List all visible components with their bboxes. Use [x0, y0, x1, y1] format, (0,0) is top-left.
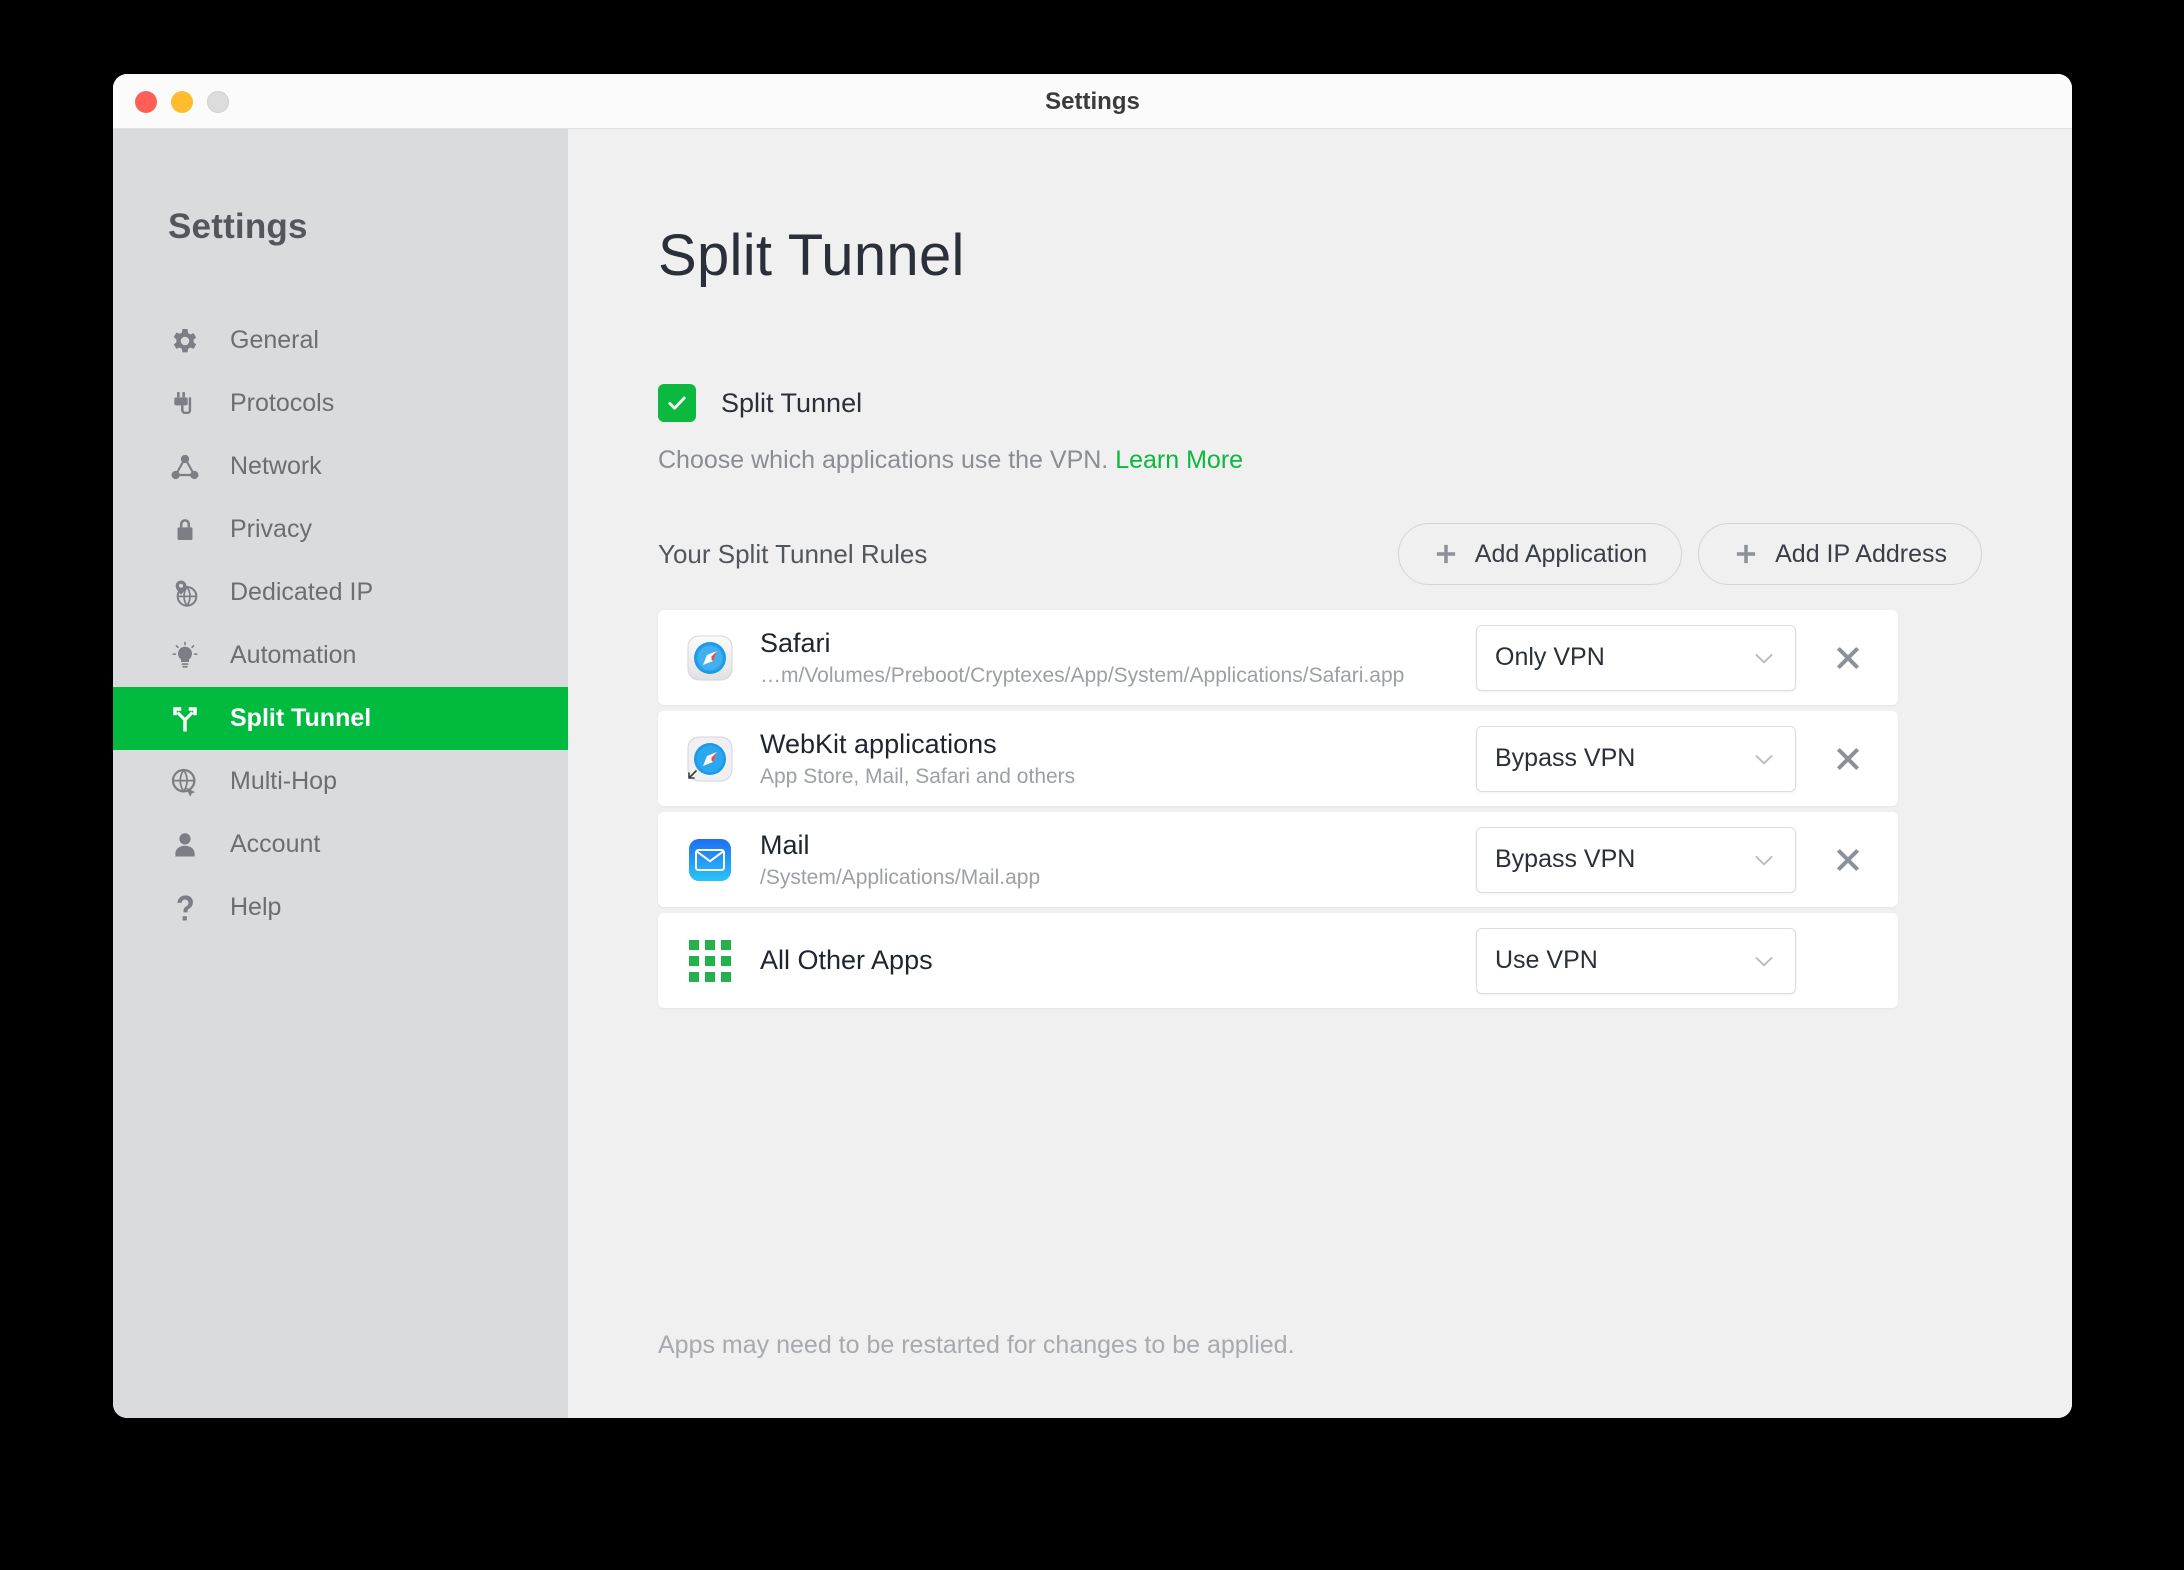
- rule-controls: Use VPN: [1476, 927, 1796, 994]
- vpn-mode-dropdown[interactable]: Only VPN: [1476, 624, 1796, 691]
- lock-icon: [168, 513, 202, 547]
- remove-rule-button[interactable]: [1826, 636, 1870, 680]
- window-titlebar: Settings: [113, 74, 2072, 129]
- sidebar-item-privacy[interactable]: Privacy: [113, 498, 568, 561]
- rules-title: Your Split Tunnel Rules: [658, 538, 928, 569]
- vpn-mode-value: Bypass VPN: [1495, 845, 1636, 873]
- rules-actions: Add Application Add IP Address: [1397, 523, 1982, 585]
- vpn-mode-dropdown[interactable]: Bypass VPN: [1476, 826, 1796, 893]
- sidebar-item-label: Account: [230, 830, 321, 858]
- settings-sidebar: Settings General Protocols Network Priva…: [113, 129, 568, 1418]
- vpn-mode-dropdown[interactable]: Use VPN: [1476, 927, 1796, 994]
- sidebar-nav: General Protocols Network Privacy Dedica…: [113, 309, 568, 939]
- question-mark-icon: [168, 891, 202, 925]
- rule-path: /System/Applications/Mail.app: [760, 866, 1041, 890]
- rule-name: Safari: [760, 627, 831, 658]
- pin-globe-icon: [168, 576, 202, 610]
- sidebar-item-label: General: [230, 326, 319, 354]
- rules-header: Your Split Tunnel Rules Add Application: [658, 523, 1982, 585]
- sidebar-item-label: Network: [230, 452, 322, 480]
- chevron-down-icon: [1751, 847, 1777, 873]
- vpn-mode-value: Bypass VPN: [1495, 744, 1636, 772]
- lightbulb-icon: [168, 639, 202, 673]
- gear-icon: [168, 324, 202, 358]
- desktop-background: Settings Settings General Protocols Netw…: [0, 0, 2184, 1570]
- globe-arrow-icon: [168, 765, 202, 799]
- table-row[interactable]: Safari …m/Volumes/Preboot/Cryptexes/App/…: [658, 610, 1898, 705]
- sidebar-item-label: Help: [230, 893, 282, 921]
- network-nodes-icon: [168, 450, 202, 484]
- add-application-button[interactable]: Add Application: [1397, 523, 1683, 585]
- rule-text-group: All Other Apps: [760, 944, 933, 978]
- plus-icon: [1433, 541, 1459, 567]
- sidebar-item-label: Multi-Hop: [230, 767, 337, 795]
- sidebar-item-network[interactable]: Network: [113, 435, 568, 498]
- split-tunnel-rules-list: Safari …m/Volumes/Preboot/Cryptexes/App/…: [658, 610, 1982, 1008]
- vpn-mode-value: Only VPN: [1495, 643, 1605, 671]
- plug-icon: [168, 387, 202, 421]
- sidebar-item-account[interactable]: Account: [113, 813, 568, 876]
- settings-content: Split Tunnel Split Tunnel Choose which a…: [568, 129, 2072, 1418]
- safari-compass-alias-icon: [684, 733, 736, 785]
- sidebar-heading: Settings: [168, 207, 308, 246]
- person-icon: [168, 828, 202, 862]
- mail-envelope-icon: [684, 834, 736, 886]
- sidebar-item-general[interactable]: General: [113, 309, 568, 372]
- rule-controls: Only VPN: [1476, 624, 1870, 691]
- rule-controls: Bypass VPN: [1476, 826, 1870, 893]
- settings-window: Settings Settings General Protocols Netw…: [113, 74, 2072, 1418]
- restart-notice: Apps may need to be restarted for change…: [658, 1331, 1295, 1359]
- split-tunnel-toggle-label: Split Tunnel: [721, 387, 863, 418]
- table-row[interactable]: Mail /System/Applications/Mail.app Bypas…: [658, 812, 1898, 907]
- learn-more-link[interactable]: Learn More: [1115, 446, 1243, 474]
- sidebar-item-split-tunnel[interactable]: Split Tunnel: [113, 687, 568, 750]
- split-tunnel-description: Choose which applications use the VPN. L…: [658, 446, 2072, 475]
- page-title: Split Tunnel: [658, 223, 965, 288]
- remove-rule-button[interactable]: [1826, 737, 1870, 781]
- vpn-mode-value: Use VPN: [1495, 946, 1598, 974]
- rule-text-group: Mail /System/Applications/Mail.app: [760, 829, 1040, 891]
- sidebar-item-automation[interactable]: Automation: [113, 624, 568, 687]
- sidebar-item-label: Privacy: [230, 515, 312, 543]
- vpn-mode-dropdown[interactable]: Bypass VPN: [1476, 725, 1796, 792]
- table-row[interactable]: WebKit applications App Store, Mail, Saf…: [658, 711, 1898, 806]
- sidebar-item-protocols[interactable]: Protocols: [113, 372, 568, 435]
- chevron-down-icon: [1751, 948, 1777, 974]
- window-body: Settings General Protocols Network Priva…: [113, 129, 2072, 1418]
- fork-arrow-icon: [168, 702, 202, 736]
- rule-name: All Other Apps: [760, 944, 933, 975]
- add-ip-address-label: Add IP Address: [1775, 539, 1947, 568]
- add-ip-address-button[interactable]: Add IP Address: [1698, 523, 1982, 585]
- checkmark-icon: [668, 396, 686, 410]
- chevron-down-icon: [1751, 746, 1777, 772]
- window-title: Settings: [1045, 87, 1140, 115]
- sidebar-item-label: Protocols: [230, 389, 335, 417]
- rule-text-group: WebKit applications App Store, Mail, Saf…: [760, 728, 1075, 790]
- rule-name: Mail: [760, 829, 810, 860]
- sidebar-item-help[interactable]: Help: [113, 876, 568, 939]
- rule-path: App Store, Mail, Safari and others: [760, 765, 1076, 789]
- table-row[interactable]: All Other Apps Use VPN: [658, 913, 1898, 1008]
- sidebar-item-multi-hop[interactable]: Multi-Hop: [113, 750, 568, 813]
- sidebar-item-label: Automation: [230, 641, 357, 669]
- split-tunnel-checkbox[interactable]: [658, 384, 696, 422]
- app-grid-icon: [684, 935, 736, 987]
- sidebar-item-dedicated-ip[interactable]: Dedicated IP: [113, 561, 568, 624]
- plus-icon: [1733, 541, 1759, 567]
- split-tunnel-toggle-row[interactable]: Split Tunnel: [658, 384, 2072, 422]
- chevron-down-icon: [1751, 645, 1777, 671]
- rule-controls: Bypass VPN: [1476, 725, 1870, 792]
- safari-compass-icon: [684, 632, 736, 684]
- sidebar-item-label: Dedicated IP: [230, 578, 374, 606]
- rule-path: …m/Volumes/Preboot/Cryptexes/App/System/…: [760, 664, 1405, 688]
- rule-name: WebKit applications: [760, 728, 997, 759]
- add-application-label: Add Application: [1474, 539, 1648, 568]
- sidebar-item-label: Split Tunnel: [230, 704, 372, 732]
- description-text: Choose which applications use the VPN.: [658, 446, 1109, 474]
- remove-rule-button[interactable]: [1826, 838, 1870, 882]
- rule-text-group: Safari …m/Volumes/Preboot/Cryptexes/App/…: [760, 627, 1404, 689]
